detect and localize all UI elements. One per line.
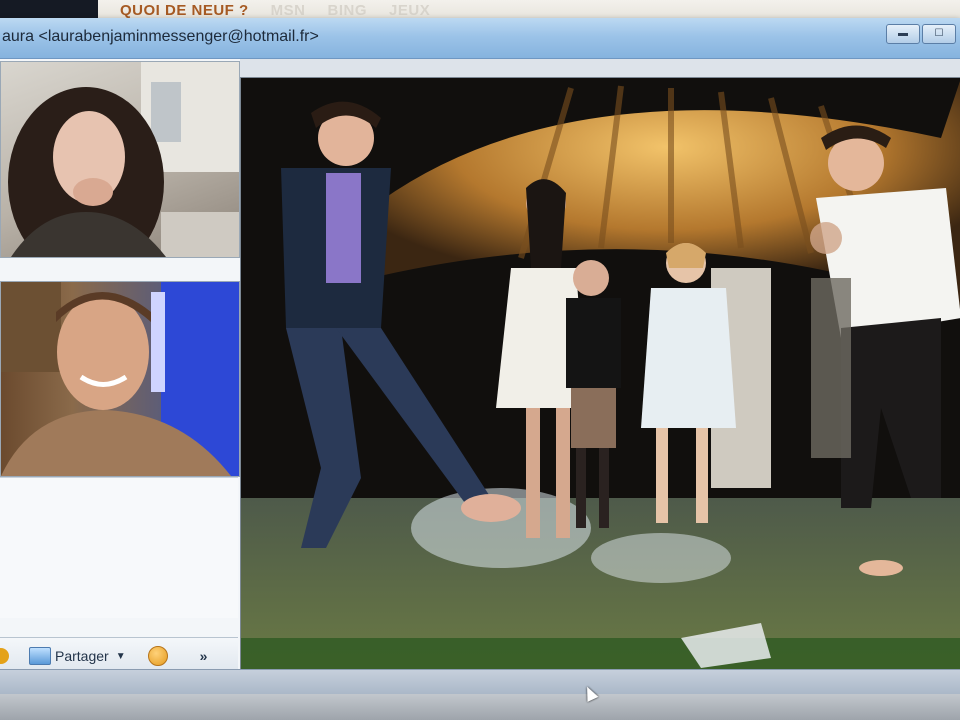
- webcam-remote-image: [8, 62, 239, 257]
- shared-photo: [241, 78, 960, 670]
- nav-links: QUOI DE NEUF ? MSN BING JEUX: [120, 2, 430, 19]
- webcam-local-image: [1, 282, 239, 476]
- chevron-down-icon: ▼: [115, 650, 126, 662]
- share-label: Partager: [55, 648, 109, 664]
- nav-link-quoi-de-neuf[interactable]: QUOI DE NEUF ?: [120, 2, 249, 19]
- nav-link-bing[interactable]: BING: [328, 2, 368, 19]
- nav-dark-block: [0, 0, 98, 20]
- webcam-local: [0, 281, 240, 477]
- status-dot-icon[interactable]: [0, 648, 9, 664]
- conversation-history[interactable]: [0, 477, 238, 618]
- shared-photo-panel[interactable]: [240, 77, 960, 671]
- maximize-icon[interactable]: ☐: [922, 24, 956, 44]
- share-button[interactable]: Partager ▼: [29, 647, 126, 665]
- taskbar-strip: [0, 694, 960, 720]
- nav-link-jeux[interactable]: JEUX: [389, 2, 430, 19]
- status-bar: [0, 669, 960, 694]
- messenger-window: aura <laurabenjaminmessenger@hotmail.fr>…: [0, 18, 960, 694]
- window-title: aura <laurabenjaminmessenger@hotmail.fr>: [2, 28, 319, 45]
- emoticon-icon[interactable]: [147, 646, 168, 666]
- nav-link-msn[interactable]: MSN: [271, 2, 306, 19]
- share-photo-icon: [29, 647, 51, 665]
- minimize-icon[interactable]: ▬: [886, 24, 920, 44]
- more-options-button[interactable]: »: [200, 648, 208, 664]
- window-controls: ▬ ☐: [886, 24, 956, 44]
- title-bar[interactable]: aura <laurabenjaminmessenger@hotmail.fr>…: [0, 18, 960, 59]
- browser-nav-strip: QUOI DE NEUF ? MSN BING JEUX: [0, 0, 960, 20]
- contact-column: Partager ▼ »: [0, 59, 240, 675]
- webcam-remote: [0, 61, 240, 258]
